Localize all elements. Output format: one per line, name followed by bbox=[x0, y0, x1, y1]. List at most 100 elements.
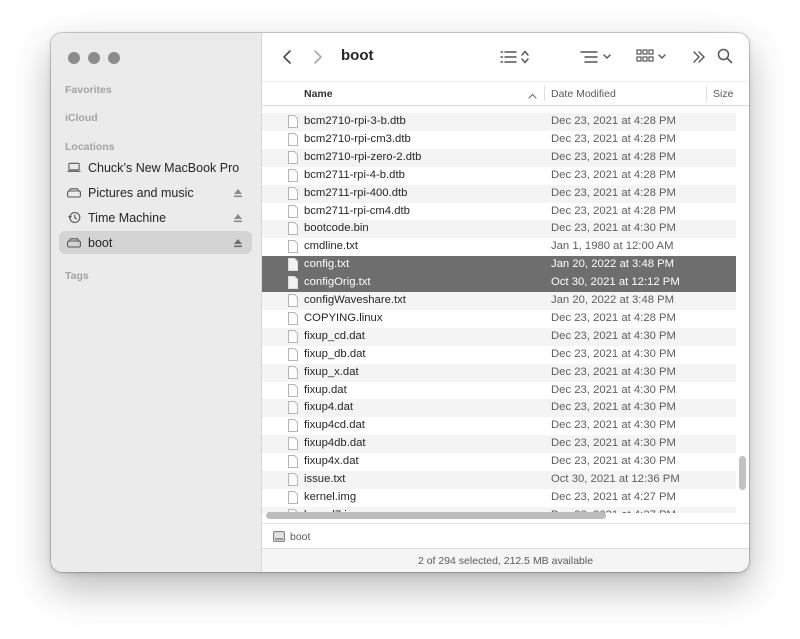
vertical-scrollbar[interactable] bbox=[739, 456, 746, 490]
sidebar: Favorites iCloud Locations Chuck’s New M… bbox=[51, 33, 262, 572]
sidebar-item-label: Pictures and music bbox=[88, 185, 194, 200]
list-view-icon bbox=[500, 50, 529, 64]
back-button[interactable] bbox=[282, 49, 292, 65]
file-row[interactable]: kernel.img Dec 23, 2021 at 4:27 PM bbox=[262, 489, 736, 507]
file-date-modified: Dec 23, 2021 at 4:30 PM bbox=[551, 455, 676, 468]
file-row[interactable]: fixup_cd.dat Dec 23, 2021 at 4:30 PM bbox=[262, 327, 736, 346]
file-row[interactable]: bcm2710-rpi-cm3.dtb Dec 23, 2021 at 4:28 … bbox=[262, 131, 736, 149]
document-icon bbox=[288, 115, 298, 131]
file-row[interactable]: COPYING.linux Dec 23, 2021 at 4:28 PM bbox=[262, 310, 736, 328]
file-name: bcm2711-rpi-400.dtb bbox=[304, 186, 408, 199]
column-header-date[interactable]: Date Modified bbox=[551, 82, 616, 105]
document-icon bbox=[288, 258, 298, 274]
document-icon bbox=[288, 347, 298, 364]
view-options-button[interactable] bbox=[500, 50, 532, 64]
file-row[interactable]: bcm2710-rpi-3-b.dtb Dec 23, 2021 at 4:28 … bbox=[262, 113, 736, 131]
file-name: kernel.img bbox=[304, 490, 357, 503]
file-row[interactable]: bootcode.bin Dec 23, 2021 at 4:30 PM bbox=[262, 220, 736, 239]
file-date-modified: Dec 23, 2021 at 4:30 PM bbox=[551, 365, 676, 378]
file-row[interactable]: configOrig.txt Oct 30, 2021 at 12:12 PM bbox=[262, 274, 736, 293]
forward-button[interactable] bbox=[313, 49, 323, 65]
toolbar: boot bbox=[262, 33, 749, 81]
path-bar: boot bbox=[262, 523, 749, 549]
more-toolbar-button[interactable] bbox=[692, 50, 706, 64]
file-date-modified: Dec 23, 2021 at 4:27 PM bbox=[551, 490, 676, 503]
search-icon bbox=[717, 48, 733, 64]
sidebar-section-favorites[interactable]: Favorites bbox=[65, 84, 112, 96]
document-icon bbox=[288, 240, 298, 256]
file-date-modified: Dec 23, 2021 at 4:30 PM bbox=[551, 419, 676, 432]
eject-icon[interactable] bbox=[233, 237, 243, 251]
sort-chevron-up-icon[interactable] bbox=[528, 90, 537, 102]
sidebar-item-label: Chuck’s New MacBook Pro bbox=[88, 160, 240, 175]
close-window-button[interactable] bbox=[68, 52, 80, 64]
group-button[interactable] bbox=[580, 50, 614, 64]
file-row[interactable]: cmdline.txt Jan 1, 1980 at 12:00 AM bbox=[262, 238, 736, 256]
window-title: boot bbox=[341, 47, 374, 64]
eject-icon[interactable] bbox=[233, 187, 243, 201]
file-row[interactable]: fixup4cd.dat Dec 23, 2021 at 4:30 PM bbox=[262, 417, 736, 435]
document-icon bbox=[288, 473, 298, 489]
document-icon bbox=[288, 186, 298, 203]
file-row[interactable]: bcm2710-rpi-zero-2.dtb Dec 23, 2021 at 4:… bbox=[262, 148, 736, 167]
file-row[interactable]: fixup_db.dat Dec 23, 2021 at 4:30 PM bbox=[262, 346, 736, 364]
file-row[interactable]: fixup4.dat Dec 23, 2021 at 4:30 PM bbox=[262, 399, 736, 418]
sidebar-item-pictures-and-music[interactable]: Pictures and music bbox=[59, 181, 252, 204]
file-date-modified: Dec 23, 2021 at 4:30 PM bbox=[551, 329, 676, 342]
sidebar-item-boot[interactable]: boot bbox=[59, 231, 252, 254]
sidebar-section-tags[interactable]: Tags bbox=[65, 270, 89, 282]
column-header-name[interactable]: Name bbox=[304, 82, 333, 105]
sidebar-item-label: Time Machine bbox=[88, 210, 167, 225]
file-date-modified: Dec 23, 2021 at 4:28 PM bbox=[551, 186, 676, 199]
document-icon bbox=[288, 401, 298, 417]
search-button[interactable] bbox=[717, 48, 733, 64]
sidebar-section-icloud[interactable]: iCloud bbox=[65, 112, 98, 124]
document-icon bbox=[288, 365, 298, 382]
path-bar-item[interactable]: boot bbox=[290, 531, 310, 543]
file-name: COPYING.linux bbox=[304, 311, 383, 324]
file-row[interactable]: fixup_x.dat Dec 23, 2021 at 4:30 PM bbox=[262, 363, 736, 382]
zoom-window-button[interactable] bbox=[108, 52, 120, 64]
column-divider[interactable] bbox=[706, 86, 707, 101]
chevron-left-icon bbox=[283, 50, 291, 64]
main-pane: boot Name Date Modified Size bcm2710-rpi… bbox=[262, 33, 749, 572]
document-icon bbox=[288, 222, 298, 238]
document-icon bbox=[288, 329, 298, 346]
file-date-modified: Dec 23, 2021 at 4:28 PM bbox=[551, 132, 676, 145]
horizontal-scrollbar[interactable] bbox=[266, 512, 606, 519]
file-row[interactable]: fixup4db.dat Dec 23, 2021 at 4:30 PM bbox=[262, 435, 736, 454]
file-name: fixup_cd.dat bbox=[304, 329, 365, 342]
drive-icon bbox=[67, 237, 81, 249]
time-machine-icon bbox=[67, 211, 81, 224]
file-row[interactable]: config.txt Jan 20, 2022 at 3:48 PM bbox=[262, 256, 736, 275]
file-row[interactable]: issue.txt Oct 30, 2021 at 12:36 PM bbox=[262, 471, 736, 489]
document-icon bbox=[288, 132, 298, 149]
column-divider[interactable] bbox=[544, 86, 545, 101]
column-header-size[interactable]: Size bbox=[713, 82, 733, 105]
document-icon bbox=[288, 204, 298, 221]
sidebar-item-macbook[interactable]: Chuck’s New MacBook Pro bbox=[59, 156, 252, 179]
document-icon bbox=[288, 419, 298, 435]
eject-icon[interactable] bbox=[233, 212, 243, 226]
file-name: fixup4cd.dat bbox=[304, 419, 365, 432]
file-row[interactable]: configWaveshare.txt Jan 20, 2022 at 3:48 … bbox=[262, 292, 736, 310]
file-date-modified: Dec 23, 2021 at 4:28 PM bbox=[551, 115, 676, 127]
file-name: fixup4db.dat bbox=[304, 437, 366, 450]
file-row[interactable]: bcm2711-rpi-4-b.dtb Dec 23, 2021 at 4:28 … bbox=[262, 167, 736, 185]
column-header-bar: Name Date Modified Size bbox=[262, 81, 749, 106]
sidebar-item-time-machine[interactable]: Time Machine bbox=[59, 206, 252, 229]
file-row[interactable]: bcm2711-rpi-400.dtb Dec 23, 2021 at 4:28 … bbox=[262, 184, 736, 203]
grid-icon bbox=[636, 49, 666, 62]
file-name: fixup4.dat bbox=[304, 401, 353, 414]
file-row[interactable]: fixup.dat Dec 23, 2021 at 4:30 PM bbox=[262, 382, 736, 400]
file-name: bootcode.bin bbox=[304, 222, 369, 235]
action-button[interactable] bbox=[636, 49, 668, 64]
file-date-modified: Dec 23, 2021 at 4:28 PM bbox=[551, 168, 676, 181]
minimize-window-button[interactable] bbox=[88, 52, 100, 64]
file-row[interactable]: fixup4x.dat Dec 23, 2021 at 4:30 PM bbox=[262, 453, 736, 471]
sidebar-item-label: boot bbox=[88, 235, 113, 250]
finder-window: Favorites iCloud Locations Chuck’s New M… bbox=[51, 33, 749, 572]
file-row[interactable]: bcm2711-rpi-cm4.dtb Dec 23, 2021 at 4:28 … bbox=[262, 203, 736, 221]
file-date-modified: Dec 23, 2021 at 4:30 PM bbox=[551, 401, 676, 414]
sidebar-section-locations[interactable]: Locations bbox=[65, 141, 115, 153]
